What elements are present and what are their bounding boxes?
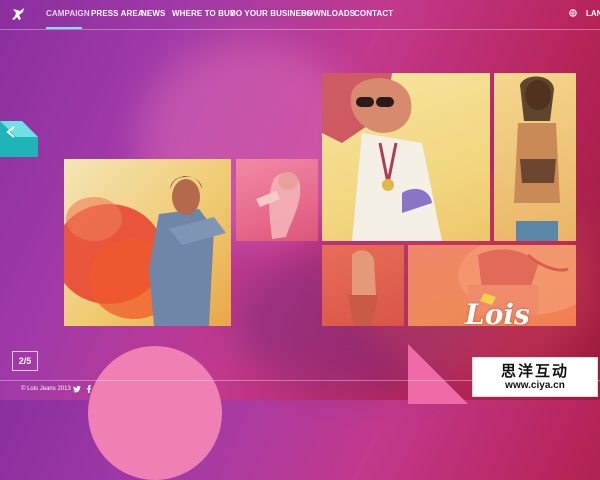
watermark-url: www.ciya.cn xyxy=(505,380,565,391)
watermark-text: 思洋互动 xyxy=(500,362,569,380)
facebook-icon[interactable] xyxy=(85,385,93,393)
language-selector[interactable]: LAN xyxy=(586,9,600,18)
nav-where-to-buy[interactable]: WHERE TO BUY xyxy=(172,9,235,18)
previous-slide-button[interactable] xyxy=(0,121,38,157)
gallery-photo-dancer[interactable] xyxy=(236,159,318,241)
gallery-photo-man-color-powder[interactable] xyxy=(64,159,231,326)
nav-divider xyxy=(0,29,600,30)
twitter-icon[interactable] xyxy=(73,385,81,393)
nav-downloads[interactable]: DOWNLOADS xyxy=(301,9,355,18)
gallery-photo-woman-sunglasses[interactable] xyxy=(322,73,490,241)
watermark-badge: 思洋互动 www.ciya.cn xyxy=(472,357,598,397)
lois-brand-logo: Lois xyxy=(465,298,530,331)
decorative-circle xyxy=(88,346,222,480)
decorative-triangle xyxy=(408,344,468,404)
copyright-text: © Lois Jeans 2013 xyxy=(21,386,71,392)
globe-icon[interactable] xyxy=(569,9,577,17)
gallery-photo-woman-fringe-top[interactable] xyxy=(494,73,576,241)
nav-news[interactable]: NEWS xyxy=(141,9,165,18)
nav-do-your-business[interactable]: DO YOUR BUSINESS xyxy=(230,9,312,18)
gallery-photo-figure-running[interactable] xyxy=(322,245,404,326)
top-navigation: CAMPAIGN PRESS AREA NEWS WHERE TO BUY DO… xyxy=(0,0,600,30)
nav-campaign[interactable]: CAMPAIGN xyxy=(46,9,90,18)
slide-counter: 2/5 xyxy=(12,351,38,371)
bull-logo-icon[interactable] xyxy=(11,7,25,23)
nav-contact[interactable]: CONTACT xyxy=(354,9,393,18)
nav-press-area[interactable]: PRESS AREA xyxy=(91,9,144,18)
